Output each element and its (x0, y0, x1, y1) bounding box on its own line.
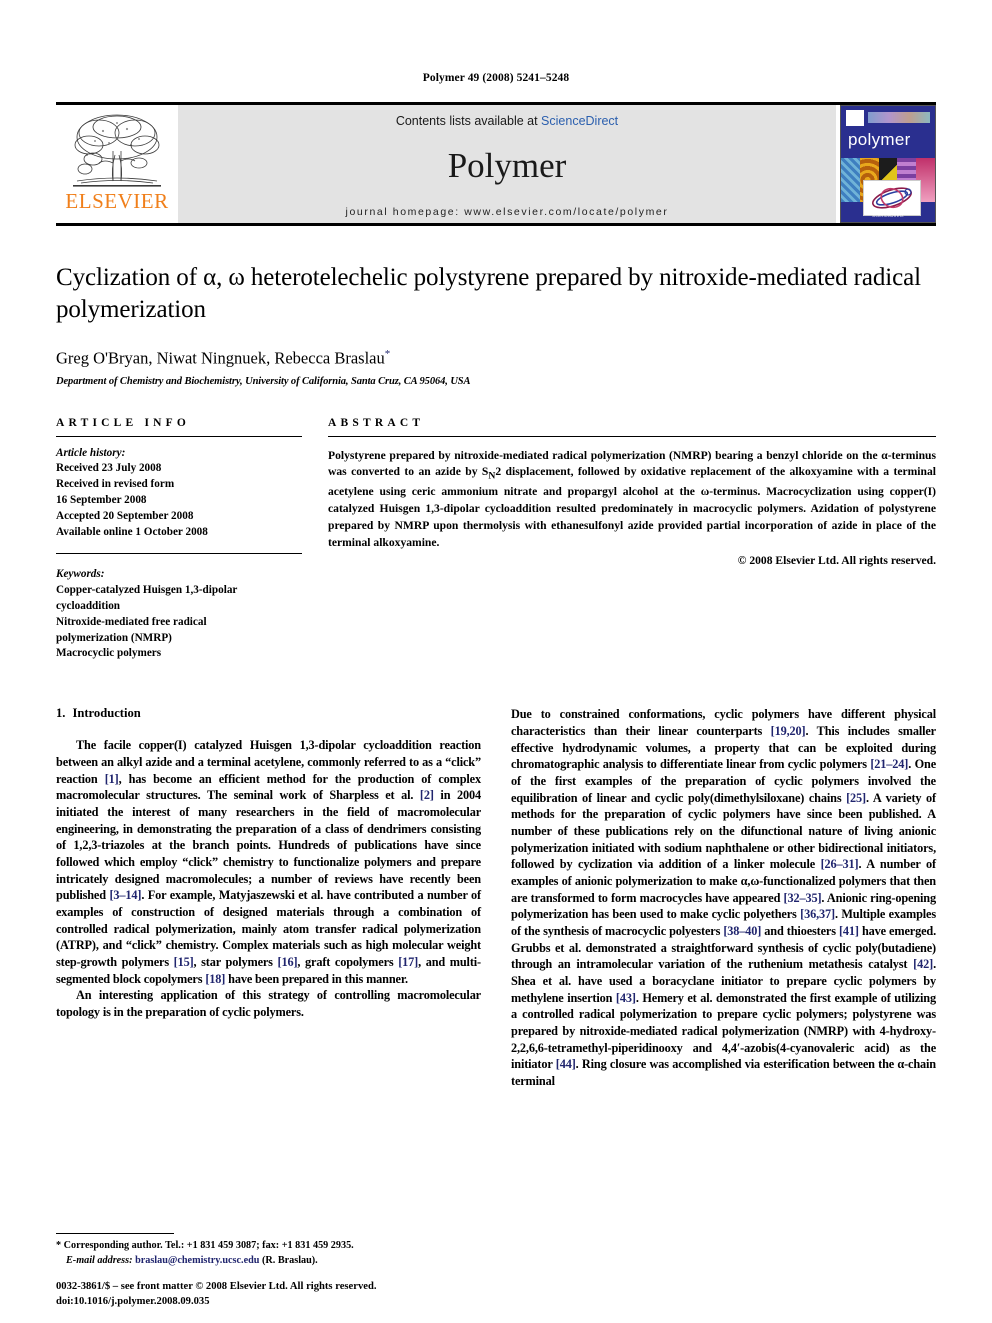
keyword-item: cycloaddition (56, 599, 121, 612)
journal-cover-thumbnail: polymer ScienceDirect (840, 105, 936, 223)
citation-ref[interactable]: [3–14] (109, 888, 141, 902)
corresponding-author-footnote: * Corresponding author. Tel.: +1 831 459… (56, 1233, 486, 1269)
citation-ref[interactable]: [21–24] (870, 757, 908, 771)
info-abstract-section: ARTICLE INFO Article history: Received 2… (56, 417, 936, 663)
text-run: and thioesters (761, 923, 839, 938)
text-run: in 2004 initiated the interest of many r… (56, 788, 481, 903)
elsevier-logo: ELSEVIER (56, 105, 178, 223)
masthead-center: Contents lists available at ScienceDirec… (178, 105, 836, 223)
citation-ref[interactable]: [17] (398, 955, 418, 969)
journal-homepage[interactable]: journal homepage: www.elsevier.com/locat… (346, 206, 669, 218)
journal-masthead: ELSEVIER Contents lists available at Sci… (56, 102, 936, 223)
text-run: , graft copolymers (297, 954, 399, 969)
paragraph: An interesting application of this strat… (56, 988, 481, 1019)
history-item: Accepted 20 September 2008 (56, 510, 194, 523)
citation-ref[interactable]: [2] (420, 788, 434, 802)
citation-ref[interactable]: [41] (839, 924, 859, 938)
history-item: Available online 1 October 2008 (56, 526, 208, 539)
cover-inset-figure (863, 180, 921, 216)
cover-logo-mark (846, 110, 864, 126)
contents-available-line: Contents lists available at ScienceDirec… (396, 114, 618, 128)
history-item: 16 September 2008 (56, 494, 147, 507)
citation-ref[interactable]: [16] (278, 955, 298, 969)
body-column-left: 1. Introduction The facile copper(I) cata… (56, 706, 481, 1089)
doi-line: doi:10.1016/j.polymer.2008.09.035 (56, 1295, 210, 1307)
keyword-item: Copper-catalyzed Huisgen 1,3-dipolar (56, 583, 238, 596)
issn-copyright-line: 0032-3861/$ – see front matter © 2008 El… (56, 1281, 377, 1293)
abstract-heading: ABSTRACT (328, 416, 425, 429)
contents-prefix: Contents lists available at (395, 114, 542, 128)
article-info-rule (56, 435, 302, 437)
cover-footer-text: ScienceDirect (872, 213, 904, 218)
article-info-divider (56, 552, 302, 554)
article-page: Polymer 49 (2008) 5241–5248 ELSEVIER Con… (0, 0, 992, 1323)
keywords-block: Keywords: Copper-catalyzed Huisgen 1,3-d… (56, 567, 302, 662)
running-head: Polymer 49 (2008) 5241–5248 (422, 72, 570, 84)
history-item: Received 23 July 2008 (56, 462, 162, 475)
email-suffix: (R. Braslau). (259, 1255, 318, 1267)
text-run: have been prepared in this manner. (225, 971, 408, 986)
keyword-item: Nitroxide-mediated free radical (56, 615, 207, 628)
journal-title: Polymer (447, 145, 567, 185)
abstract-rule (328, 435, 936, 437)
sciencedirect-link[interactable]: ScienceDirect (541, 114, 618, 128)
citation-ref[interactable]: [36,37] (800, 907, 835, 921)
keywords-label: Keywords: (56, 567, 105, 580)
abstract-text: Polystyrene prepared by nitroxide-mediat… (328, 448, 936, 552)
citation-ref[interactable]: [15] (174, 955, 194, 969)
footnote-text: * Corresponding author. Tel.: +1 831 459… (56, 1239, 486, 1269)
article-info-column: ARTICLE INFO Article history: Received 2… (56, 417, 302, 663)
citation-ref[interactable]: [18] (205, 972, 225, 986)
citation-ref[interactable]: [32–35] (784, 891, 822, 905)
text-run: , has become an efficient method for the… (56, 771, 481, 803)
paragraph: The facile copper(I) catalyzed Huisgen 1… (56, 737, 481, 987)
cover-banner-stripe (868, 112, 930, 123)
paragraph: Due to constrained conformations, cyclic… (511, 706, 936, 1089)
email-label: E-mail address: (66, 1255, 133, 1267)
page-title: Cyclization of α, ω heterotelechelic pol… (56, 264, 921, 323)
citation-ref[interactable]: [26–31] (821, 857, 859, 871)
citation-ref[interactable]: [42] (913, 957, 933, 971)
abstract-copyright: © 2008 Elsevier Ltd. All rights reserved… (737, 553, 936, 567)
author-list: Greg O'Bryan, Niwat Ningnuek, Rebecca Br… (56, 348, 936, 369)
footnote-corresponding: Corresponding author. Tel.: +1 831 459 3… (61, 1240, 354, 1252)
article-info-heading: ARTICLE INFO (56, 416, 191, 429)
article-history-label: Article history: (56, 446, 126, 459)
citation-ref[interactable]: [44] (556, 1057, 576, 1071)
section-title: Introduction (72, 706, 141, 721)
imprint-block: 0032-3861/$ – see front matter © 2008 El… (56, 1280, 376, 1309)
section-heading-introduction: 1. Introduction (56, 706, 481, 721)
author-names: Greg O'Bryan, Niwat Ningnuek, Rebecca Br… (56, 348, 385, 368)
corresponding-author-marker: * (384, 348, 391, 360)
elsevier-wordmark: ELSEVIER (65, 189, 169, 213)
article-history: Article history: Received 23 July 2008 R… (56, 446, 302, 541)
citation-ref[interactable]: [38–40] (723, 924, 761, 938)
history-item: Received in revised form (56, 478, 175, 491)
cover-cell (841, 158, 860, 202)
citation-ref[interactable]: [25] (846, 791, 866, 805)
footnote-rule (56, 1233, 174, 1235)
affiliation: Department of Chemistry and Biochemistry… (56, 375, 471, 387)
cover-polymer-loop-icon (872, 187, 912, 209)
masthead-bottom-rule (56, 223, 936, 226)
email-link[interactable]: braslau@chemistry.ucsc.edu (135, 1255, 259, 1266)
keyword-item: polymerization (NMRP) (56, 631, 172, 644)
citation-ref[interactable]: [43] (616, 991, 636, 1005)
keyword-item: Macrocyclic polymers (56, 647, 162, 660)
body-columns: 1. Introduction The facile copper(I) cata… (56, 706, 936, 1089)
text-run: , star polymers (193, 954, 278, 969)
text-run: . Ring closure was accomplished via este… (511, 1057, 936, 1088)
abstract-column: ABSTRACT Polystyrene prepared by nitroxi… (328, 417, 936, 663)
body-column-right: Due to constrained conformations, cyclic… (511, 706, 936, 1089)
title-block: Cyclization of α, ω heterotelechelic pol… (56, 262, 936, 387)
cover-title-text: polymer (848, 130, 911, 149)
citation-ref[interactable]: [1] (105, 772, 119, 786)
citation-ref[interactable]: [19,20] (771, 724, 806, 738)
elsevier-tree-icon (73, 114, 161, 187)
section-number: 1. (56, 706, 66, 721)
